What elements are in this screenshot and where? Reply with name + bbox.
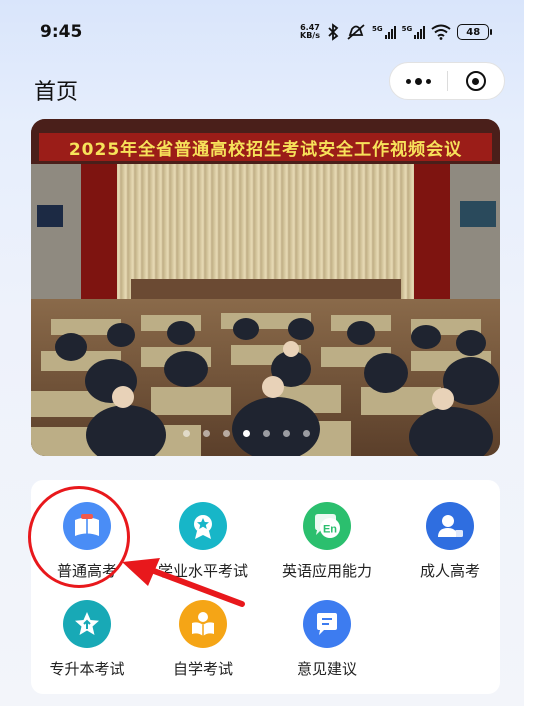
menu-item-feedback[interactable]: 意见建议 — [265, 600, 389, 680]
mini-program-capsule — [389, 62, 505, 100]
person-icon — [426, 502, 474, 550]
more-button[interactable] — [390, 63, 447, 99]
svg-text:En: En — [323, 524, 337, 536]
menu-label: 意见建议 — [296, 660, 357, 678]
network-speed-unit: KB/s — [300, 31, 320, 40]
banner-photo — [31, 119, 500, 456]
carousel-dot[interactable] — [263, 430, 270, 437]
message-icon — [303, 600, 351, 648]
en-chat-icon: En — [303, 502, 351, 550]
target-icon — [465, 71, 486, 91]
menu-label: 专升本考试 — [49, 660, 125, 678]
carousel-dot[interactable] — [183, 430, 190, 437]
menu-label: 成人高考 — [419, 562, 480, 580]
menu-item-adult-gaokao[interactable]: 成人高考 — [388, 502, 512, 582]
mute-icon — [347, 24, 365, 40]
annotation-arrow-icon — [122, 558, 245, 607]
battery-icon: 48 — [457, 24, 493, 40]
battery-level: 48 — [466, 26, 481, 38]
carousel-dot[interactable] — [283, 430, 290, 437]
carousel-indicators — [0, 430, 524, 440]
carousel-dot[interactable] — [303, 430, 310, 437]
bluetooth-icon — [328, 23, 339, 41]
menu-item-upgrade-exam[interactable]: 专升本考试 — [25, 600, 149, 680]
signal-1-label: 5G — [371, 25, 383, 33]
signal-2-icon: 5G — [402, 25, 426, 39]
close-mini-program-button[interactable] — [448, 63, 504, 99]
menu-item-self-study-exam[interactable]: 自学考试 — [141, 600, 265, 680]
carousel-dot[interactable] — [203, 430, 210, 437]
star-icon — [63, 600, 111, 648]
carousel-dot-active[interactable] — [243, 430, 250, 437]
medal-icon — [179, 502, 227, 550]
phone-screen: 9:45 6.47 KB/s 5G 5G 48 首页 2025年全省普通高校招生… — [0, 0, 524, 706]
wifi-icon — [431, 24, 451, 40]
status-indicators: 6.47 KB/s 5G 5G 48 — [300, 20, 500, 44]
annotation-circle — [28, 486, 130, 588]
network-speed: 6.47 KB/s — [300, 24, 320, 40]
carousel-dot[interactable] — [223, 430, 230, 437]
signal-2-label: 5G — [401, 25, 413, 33]
page-title: 首页 — [34, 80, 79, 105]
menu-label: 英语应用能力 — [281, 562, 372, 580]
menu-label: 自学考试 — [172, 660, 233, 678]
menu-item-english-ability[interactable]: En 英语应用能力 — [265, 502, 389, 582]
banner-carousel[interactable]: 2025年全省普通高校招生考试安全工作视频会议 — [31, 119, 500, 456]
signal-1-icon: 5G — [372, 25, 396, 39]
screenshot-margin — [524, 0, 542, 706]
status-time: 9:45 — [40, 22, 83, 42]
